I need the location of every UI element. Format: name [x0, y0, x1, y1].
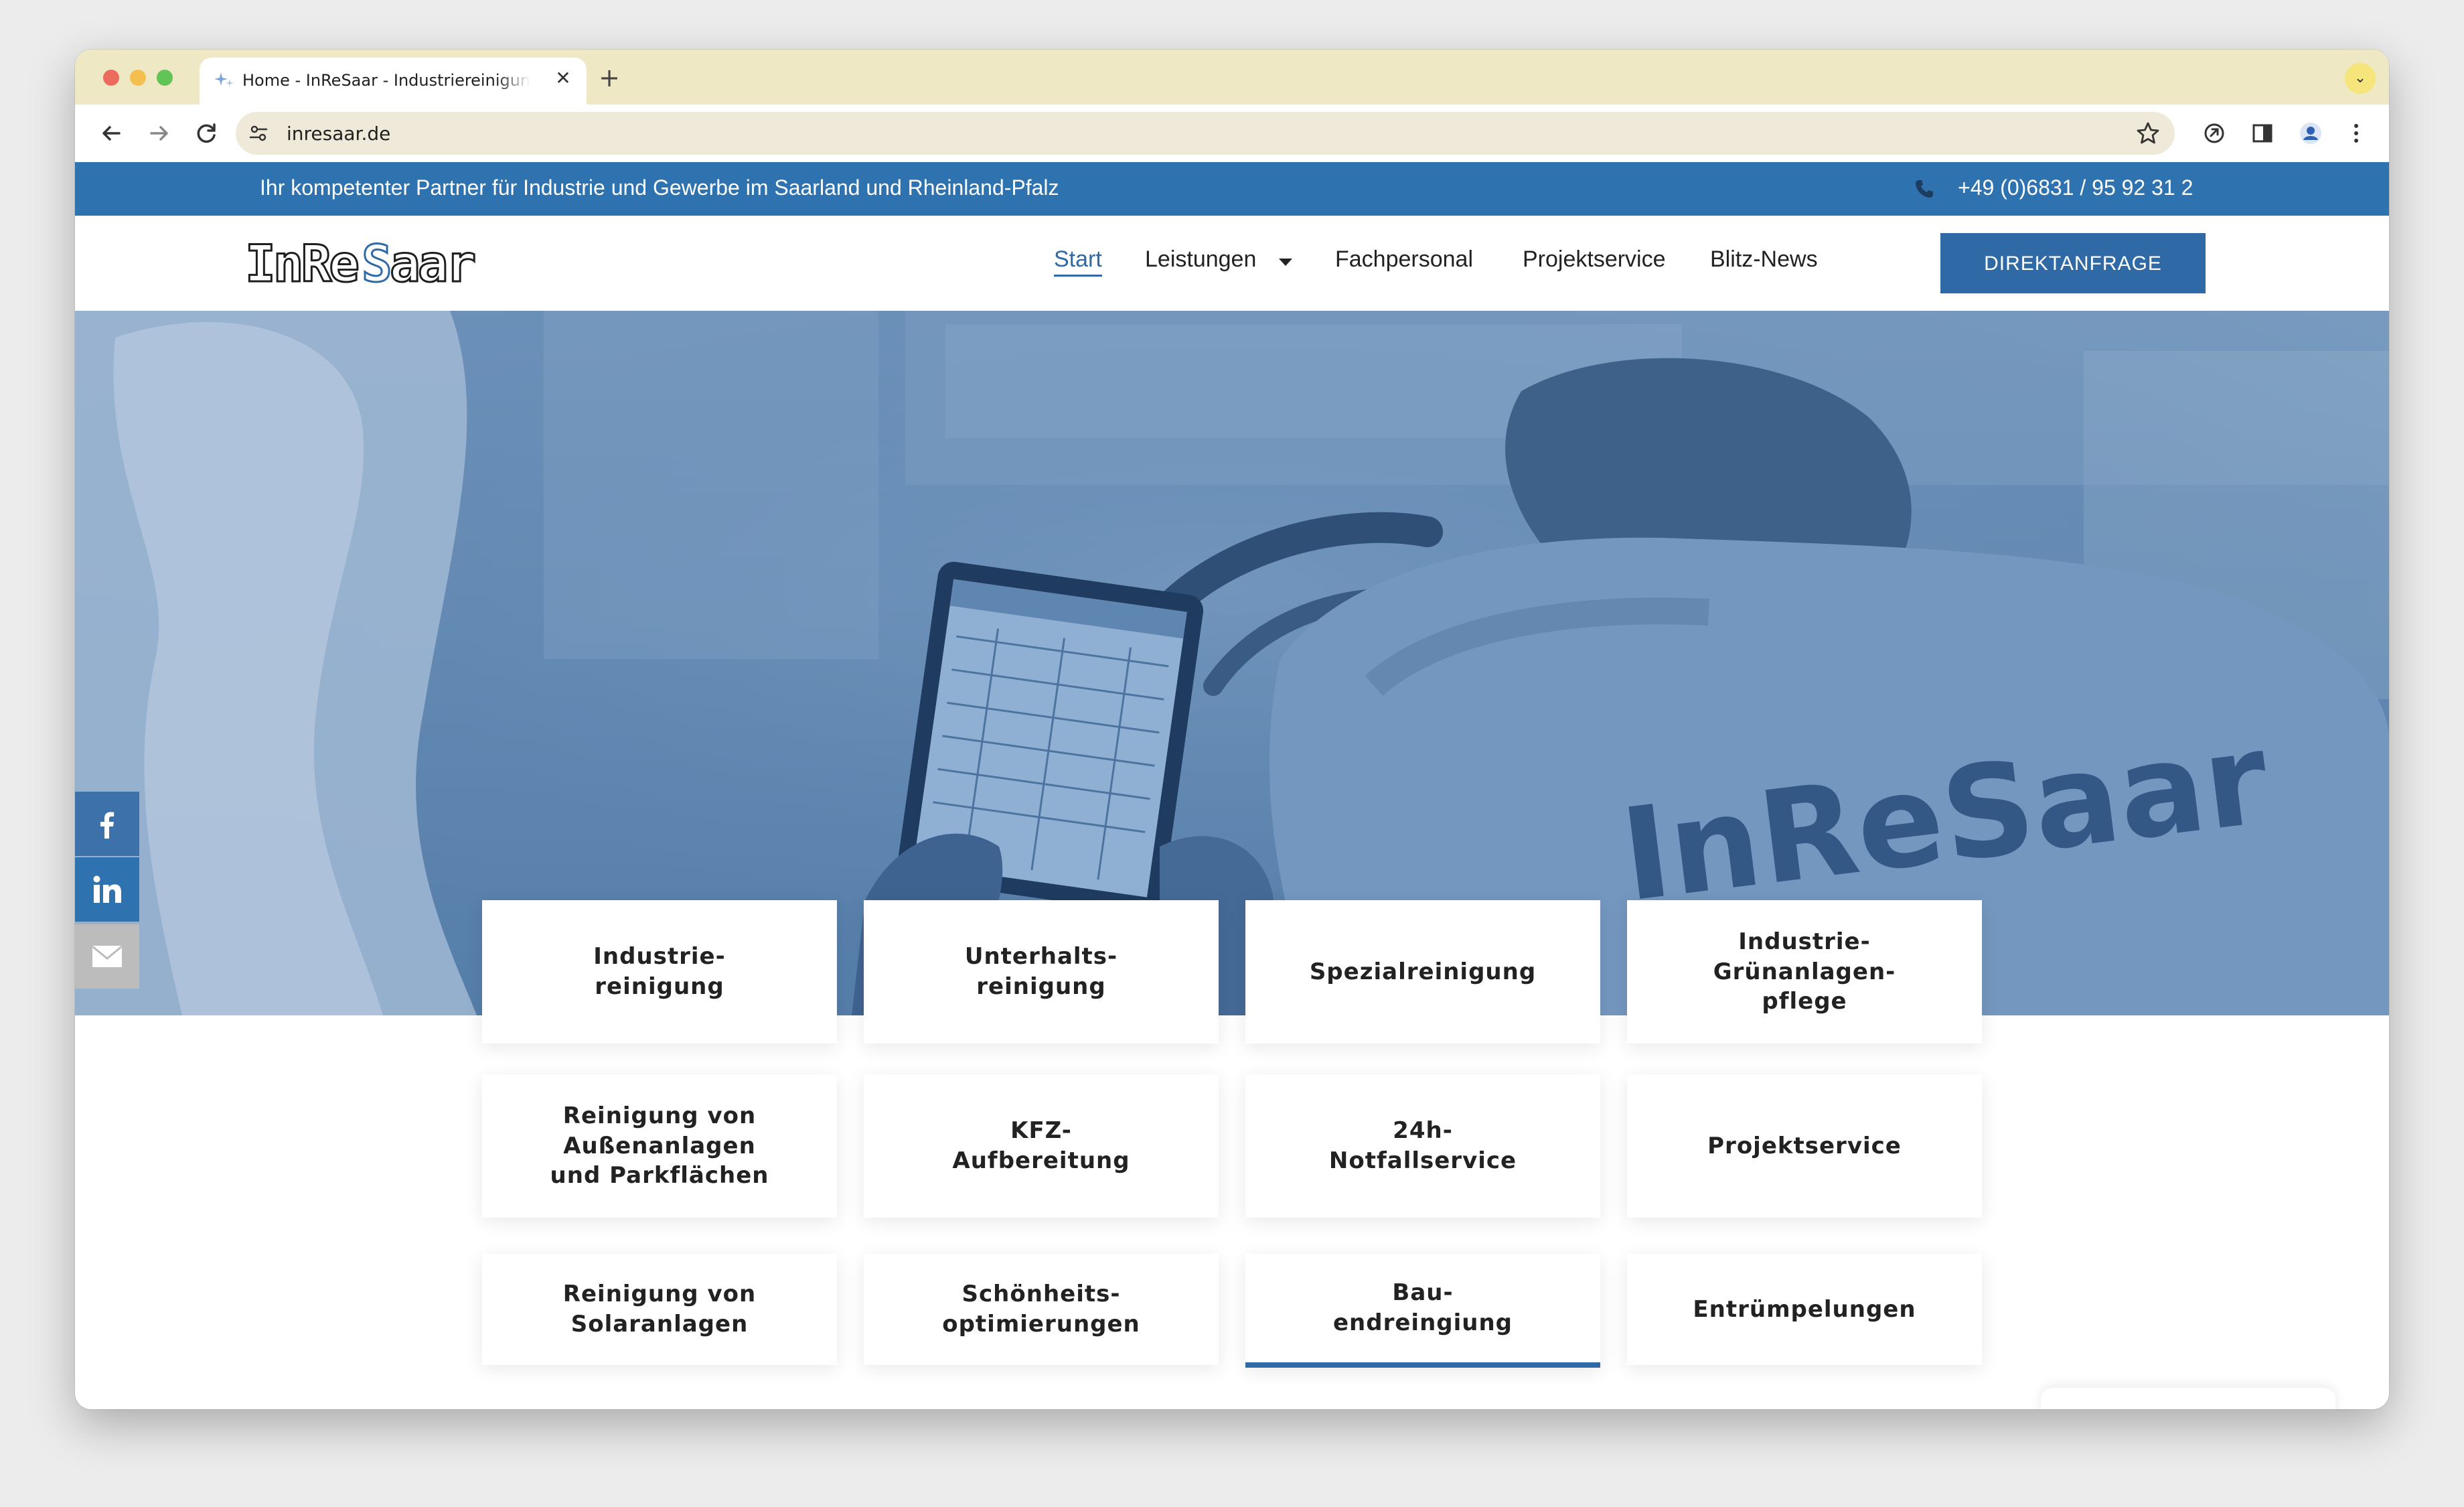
service-card-schoenheitsoptimierungen[interactable]: Schönheits- optimierungen: [864, 1254, 1219, 1365]
service-card-label: Projektservice: [1707, 1132, 1902, 1159]
browser-tab-active[interactable]: Home - InReSaar - Industriereinigung ✕: [200, 58, 587, 104]
nav-item-leistungen[interactable]: Leistungen: [1145, 246, 1256, 273]
chevron-down-icon[interactable]: [1279, 259, 1292, 266]
facebook-share-button[interactable]: [75, 792, 139, 856]
hero-illustration: InReSaar: [75, 311, 2389, 1015]
browser-window: Home - InReSaar - Industriereinigung ✕ +…: [75, 50, 2389, 1409]
service-card-label: KFZ- Aufbereitung: [952, 1117, 1130, 1174]
floating-widget[interactable]: [2041, 1388, 2335, 1409]
linkedin-icon: [93, 875, 121, 903]
service-card-label: Spezialreinigung: [1309, 958, 1537, 985]
tab-title: Home - InReSaar - Industriereinigung: [242, 71, 530, 90]
profile-icon[interactable]: [2295, 118, 2326, 149]
service-card-entruempelungen[interactable]: Entrümpelungen: [1627, 1254, 1982, 1365]
topbar-tagline: Ihr kompetenter Partner für Industrie un…: [260, 175, 1059, 200]
facebook-icon: [100, 812, 114, 839]
site-settings-icon[interactable]: [248, 123, 269, 144]
service-card-aussenanlagen[interactable]: Reinigung von Außenanlagen und Parkfläch…: [482, 1074, 837, 1218]
url-text[interactable]: inresaar.de: [287, 123, 390, 145]
service-card-unterhaltsreinigung[interactable]: Unterhalts- reinigung: [864, 900, 1219, 1044]
service-card-label: Unterhalts- reinigung: [964, 943, 1118, 1000]
site-topbar: Ihr kompetenter Partner für Industrie un…: [75, 162, 2389, 216]
service-card-spezialreinigung[interactable]: Spezialreinigung: [1245, 900, 1600, 1044]
service-card-label: Reinigung von Außenanlagen und Parkfläch…: [550, 1102, 769, 1190]
service-card-kfz-aufbereitung[interactable]: KFZ- Aufbereitung: [864, 1074, 1219, 1218]
site-header: InRe S aar Start Leistungen Fachpersonal…: [75, 216, 2389, 311]
phone-icon: [1916, 180, 1933, 198]
nav-item-blitz-news[interactable]: Blitz-News: [1710, 246, 1818, 273]
svg-text:S: S: [362, 234, 390, 293]
service-card-bauendreinigung[interactable]: Bau- endreingiung: [1245, 1254, 1600, 1368]
tab-search-button[interactable]: ⌄: [2345, 63, 2376, 94]
direktanfrage-button[interactable]: DIREKTANFRAGE: [1940, 233, 2206, 293]
service-card-label: Reinigung von Solaranlagen: [562, 1281, 757, 1338]
service-card-label: Entrümpelungen: [1693, 1295, 1916, 1323]
zoom-window-button[interactable]: [157, 70, 173, 86]
reload-icon[interactable]: [190, 117, 224, 150]
back-arrow-icon[interactable]: [95, 117, 129, 150]
nav-item-fachpersonal[interactable]: Fachpersonal: [1335, 246, 1473, 273]
nav-item-start[interactable]: Start: [1054, 246, 1102, 277]
email-share-button[interactable]: [75, 924, 139, 989]
forward-arrow-icon[interactable]: [142, 117, 175, 150]
address-bar[interactable]: inresaar.de: [236, 112, 2175, 155]
extensions-icon[interactable]: [2199, 118, 2230, 149]
tab-strip: Home - InReSaar - Industriereinigung ✕ +…: [75, 50, 2389, 104]
service-card-label: Industrie- Grünanlagen- pflege: [1713, 928, 1896, 1015]
service-card-label: Bau- endreingiung: [1332, 1279, 1513, 1336]
kebab-menu-icon[interactable]: [2341, 118, 2372, 149]
service-card-projektservice[interactable]: Projektservice: [1627, 1074, 1982, 1218]
service-card-solaranlagen[interactable]: Reinigung von Solaranlagen: [482, 1254, 837, 1365]
sparkle-favicon-icon: [214, 72, 234, 87]
sidepanel-icon[interactable]: [2247, 118, 2278, 149]
hero-image: InReSaar: [75, 311, 2389, 1015]
service-card-gruenanlagenpflege[interactable]: Industrie- Grünanlagen- pflege: [1627, 900, 1982, 1044]
star-icon[interactable]: [2135, 120, 2161, 147]
new-tab-button[interactable]: +: [596, 64, 623, 91]
linkedin-share-button[interactable]: [75, 857, 139, 922]
browser-toolbar: inresaar.de: [75, 104, 2389, 163]
mail-icon: [92, 945, 123, 967]
service-card-label: Industrie- reinigung: [593, 943, 726, 1000]
svg-text:InRe: InRe: [245, 234, 358, 293]
topbar-phone-link[interactable]: +49 (0)6831 / 95 92 31 2: [1958, 175, 2193, 200]
svg-text:aar: aar: [390, 234, 475, 293]
service-card-notfallservice[interactable]: 24h- Notfallservice: [1245, 1074, 1600, 1218]
service-card-label: Schönheits- optimierungen: [942, 1281, 1140, 1338]
minimize-window-button[interactable]: [130, 70, 146, 86]
close-window-button[interactable]: [103, 70, 119, 86]
service-card-label: 24h- Notfallservice: [1328, 1117, 1517, 1174]
inresaar-logo[interactable]: InRe S aar: [244, 230, 481, 295]
tab-close-icon[interactable]: ✕: [553, 68, 573, 88]
nav-item-projektservice[interactable]: Projektservice: [1523, 246, 1666, 273]
service-card-industriereinigung[interactable]: Industrie- reinigung: [482, 900, 837, 1044]
